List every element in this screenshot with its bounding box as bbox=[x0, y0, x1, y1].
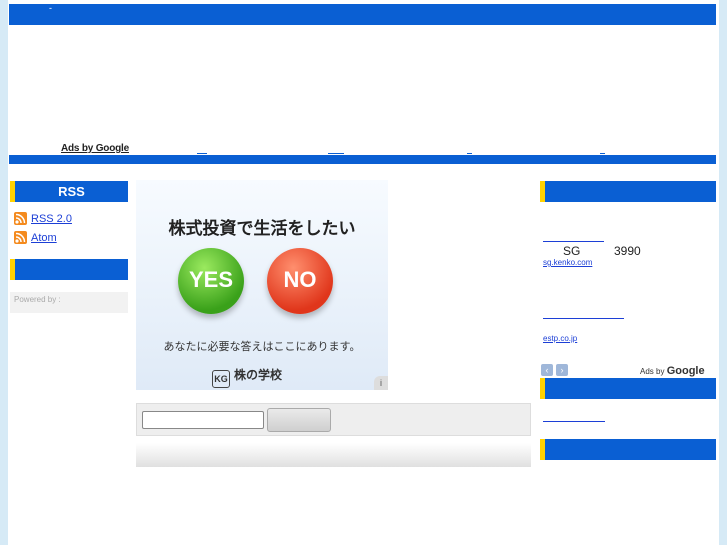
right-section-link[interactable] bbox=[543, 421, 605, 422]
logo-text: 株の学校 bbox=[234, 368, 283, 382]
prev-ad-button[interactable]: ‹ bbox=[541, 364, 553, 376]
ad-link-3[interactable] bbox=[467, 153, 472, 154]
ads-by-google-link[interactable]: Ads by Google bbox=[61, 143, 129, 154]
banner-headline: 株式投資で生活をしたい bbox=[168, 219, 356, 239]
right-section-header-2 bbox=[540, 378, 716, 399]
sidebar-section-header bbox=[10, 259, 128, 280]
banner-logo: KG 株の学校 bbox=[212, 366, 282, 388]
yes-button[interactable]: YES bbox=[178, 248, 244, 314]
ads-by-text: Ads by bbox=[640, 367, 665, 376]
header-dash: - bbox=[49, 3, 52, 13]
search-button[interactable] bbox=[267, 408, 331, 432]
rss-header: RSS bbox=[10, 181, 128, 202]
sidebar-ad-title-2[interactable] bbox=[543, 318, 624, 319]
sidebar-ad-title-1[interactable] bbox=[543, 241, 604, 242]
header-bar: - bbox=[9, 3, 716, 25]
no-button[interactable]: NO bbox=[267, 248, 333, 314]
search-area bbox=[136, 403, 531, 436]
sidebar-ad-url-1[interactable]: sg.kenko.com bbox=[543, 258, 592, 267]
content-strip bbox=[136, 443, 531, 467]
powered-by: Powered by : bbox=[10, 292, 128, 313]
right-section-header-3 bbox=[540, 439, 716, 460]
rss-feed-icon bbox=[14, 212, 27, 225]
banner-subtext: あなたに必要な答えはここにあります。 bbox=[163, 341, 361, 353]
rss-feed-icon bbox=[14, 231, 27, 244]
rss-item-atom[interactable]: Atom bbox=[14, 231, 57, 244]
sidebar-ad-url-2[interactable]: estp.co.jp bbox=[543, 334, 577, 343]
ad-link-2[interactable] bbox=[328, 153, 344, 154]
ad-link-4[interactable] bbox=[600, 153, 605, 154]
next-ad-button[interactable]: › bbox=[556, 364, 568, 376]
banner-ad[interactable]: 株式投資で生活をしたい YES NO あなたに必要な答えはここにあります。 KG… bbox=[136, 180, 388, 390]
ads-by-google-label[interactable]: Ads by Google bbox=[640, 365, 705, 377]
logo-mark: KG bbox=[212, 370, 230, 388]
ad-link-1[interactable] bbox=[197, 153, 207, 154]
google-brand: Google bbox=[666, 365, 705, 377]
search-input[interactable] bbox=[142, 411, 264, 429]
nav-bar bbox=[9, 155, 716, 164]
info-icon[interactable]: i bbox=[374, 376, 388, 390]
rss-item-label[interactable]: Atom bbox=[31, 232, 57, 244]
rss-title: RSS bbox=[58, 184, 85, 199]
rss-item-rss2[interactable]: RSS 2.0 bbox=[14, 212, 72, 225]
rss-item-label[interactable]: RSS 2.0 bbox=[31, 213, 72, 225]
sidebar-ad-text-1: SG bbox=[563, 244, 581, 258]
sidebar-ad-price-1: 3990 bbox=[614, 244, 641, 258]
right-section-header-1 bbox=[540, 181, 716, 202]
